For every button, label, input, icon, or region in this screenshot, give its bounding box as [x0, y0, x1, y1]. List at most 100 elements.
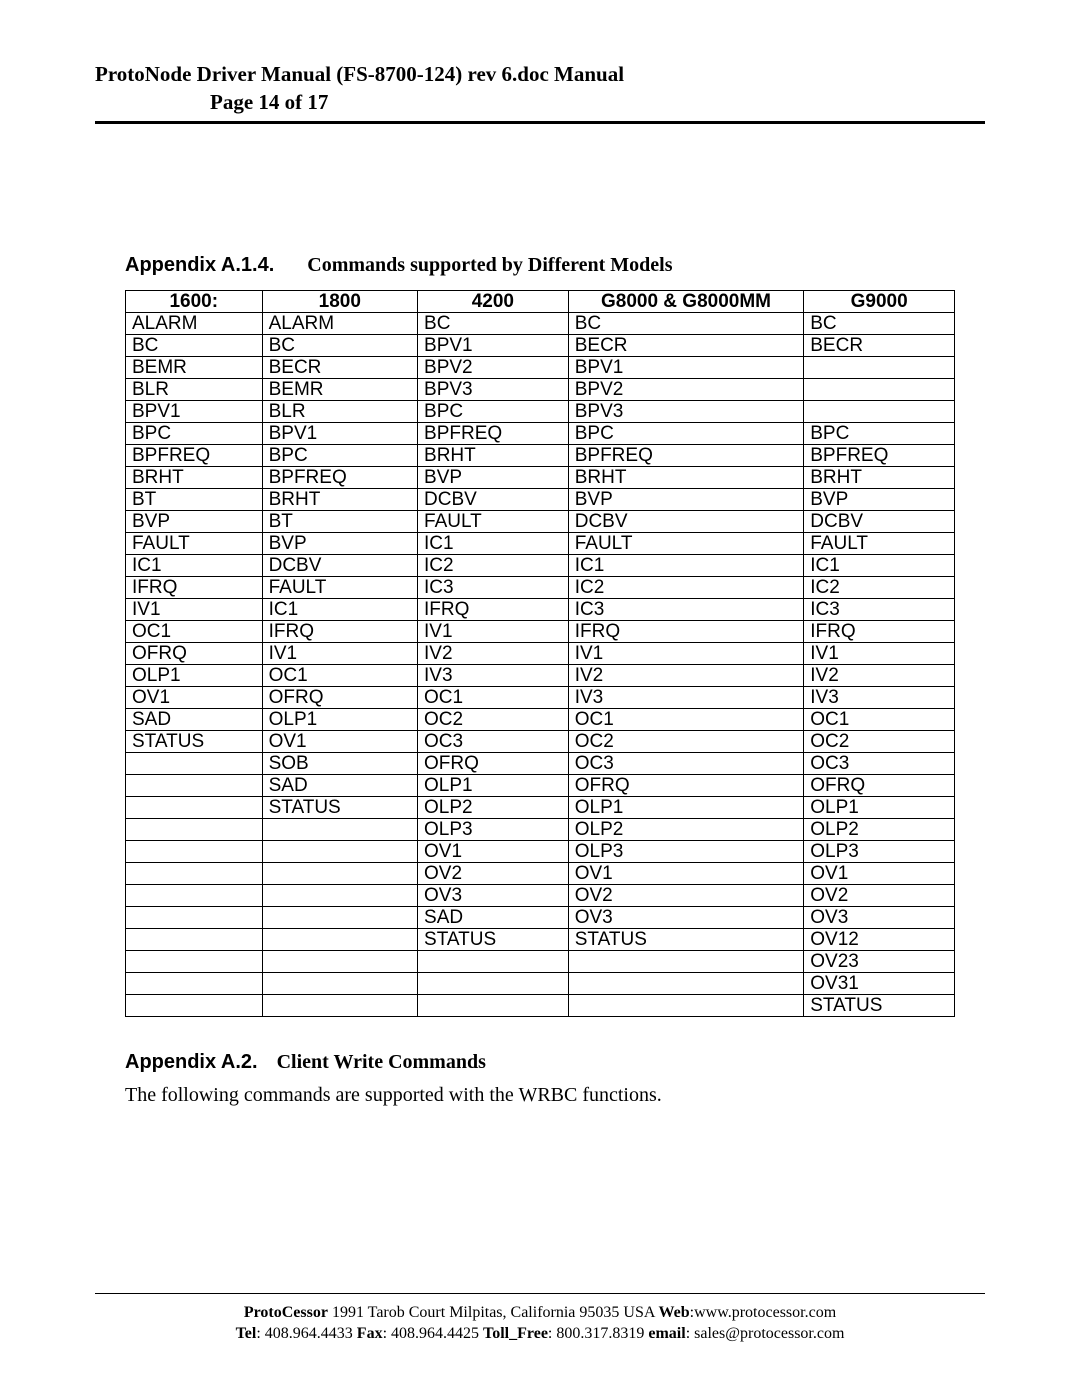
table-cell: IC2: [804, 576, 955, 598]
table-cell: [568, 972, 804, 994]
table-cell: BLR: [262, 400, 417, 422]
table-cell: [126, 818, 263, 840]
commands-table: 1600: 1800 4200 G8000 & G8000MM G9000 AL…: [125, 290, 955, 1017]
table-cell: OFRQ: [568, 774, 804, 796]
table-cell: OV3: [418, 884, 569, 906]
table-row: OV23: [126, 950, 955, 972]
table-cell: [126, 972, 263, 994]
table-row: BEMRBECRBPV2BPV1: [126, 356, 955, 378]
table-cell: BECR: [262, 356, 417, 378]
table-cell: BPFREQ: [568, 444, 804, 466]
table-cell: [418, 994, 569, 1016]
table-cell: OC2: [568, 730, 804, 752]
table-cell: BPC: [418, 400, 569, 422]
table-cell: IC3: [804, 598, 955, 620]
table-row: IFRQFAULTIC3IC2IC2: [126, 576, 955, 598]
commands-table-body: ALARMALARMBCBCBCBCBCBPV1BECRBECRBEMRBECR…: [126, 312, 955, 1016]
section-a14-heading: Appendix A.1.4. Commands supported by Di…: [125, 252, 955, 278]
commands-table-header-row: 1600: 1800 4200 G8000 & G8000MM G9000: [126, 290, 955, 312]
table-cell: BPFREQ: [262, 466, 417, 488]
table-cell: BEMR: [126, 356, 263, 378]
table-cell: IV1: [262, 642, 417, 664]
table-cell: BPV2: [568, 378, 804, 400]
table-cell: OV23: [804, 950, 955, 972]
table-cell: [126, 862, 263, 884]
header-title-line2: Page 14 of 17: [95, 88, 985, 116]
table-cell: SAD: [418, 906, 569, 928]
table-cell: BT: [262, 510, 417, 532]
table-cell: OV1: [804, 862, 955, 884]
table-cell: OLP1: [418, 774, 569, 796]
table-cell: BPFREQ: [418, 422, 569, 444]
table-cell: [262, 950, 417, 972]
table-row: BPV1BLRBPCBPV3: [126, 400, 955, 422]
table-row: OLP3OLP2OLP2: [126, 818, 955, 840]
table-row: STATUSSTATUSOV12: [126, 928, 955, 950]
table-cell: BPV3: [418, 378, 569, 400]
table-cell: STATUS: [262, 796, 417, 818]
table-cell: IV3: [568, 686, 804, 708]
table-cell: OLP2: [418, 796, 569, 818]
table-cell: ALARM: [262, 312, 417, 334]
table-cell: [262, 928, 417, 950]
table-cell: OC3: [418, 730, 569, 752]
table-cell: OLP1: [804, 796, 955, 818]
table-cell: BPV1: [262, 422, 417, 444]
table-cell: BVP: [568, 488, 804, 510]
table-cell: [262, 906, 417, 928]
table-row: BTBRHTDCBVBVPBVP: [126, 488, 955, 510]
table-cell: IFRQ: [804, 620, 955, 642]
footer-line1: ProtoCessor 1991 Tarob Court Milpitas, C…: [95, 1302, 985, 1324]
table-cell: IC3: [568, 598, 804, 620]
table-row: SOBOFRQOC3OC3: [126, 752, 955, 774]
table-cell: OLP3: [418, 818, 569, 840]
table-cell: FAULT: [568, 532, 804, 554]
table-cell: IC1: [262, 598, 417, 620]
table-cell: BLR: [126, 378, 263, 400]
table-cell: [126, 796, 263, 818]
table-cell: OC1: [262, 664, 417, 686]
table-row: OV1OLP3OLP3: [126, 840, 955, 862]
table-cell: BC: [804, 312, 955, 334]
table-cell: IV1: [568, 642, 804, 664]
table-row: OC1IFRQIV1IFRQIFRQ: [126, 620, 955, 642]
table-cell: OLP2: [804, 818, 955, 840]
section-a2-number: Appendix A.2.: [125, 1051, 258, 1073]
table-cell: BT: [126, 488, 263, 510]
table-cell: OC1: [568, 708, 804, 730]
table-cell: OC1: [418, 686, 569, 708]
footer-tollfree-value: : 800.317.8319: [548, 1325, 648, 1342]
table-row: OV1OFRQOC1IV3IV3: [126, 686, 955, 708]
table-cell: BVP: [126, 510, 263, 532]
footer-tollfree-label: Toll_Free: [483, 1325, 548, 1342]
table-cell: OFRQ: [418, 752, 569, 774]
section-a2-body: The following commands are supported wit…: [125, 1084, 955, 1107]
table-cell: FAULT: [126, 532, 263, 554]
table-cell: BPC: [804, 422, 955, 444]
table-row: BVPBTFAULTDCBVDCBV: [126, 510, 955, 532]
table-cell: OV12: [804, 928, 955, 950]
table-cell: IV1: [804, 642, 955, 664]
table-cell: OC2: [418, 708, 569, 730]
table-cell: IFRQ: [126, 576, 263, 598]
table-cell: OV31: [804, 972, 955, 994]
table-cell: BECR: [568, 334, 804, 356]
table-cell: [126, 994, 263, 1016]
table-cell: [126, 884, 263, 906]
table-row: BPCBPV1BPFREQBPCBPC: [126, 422, 955, 444]
table-cell: [262, 972, 417, 994]
table-cell: OC2: [804, 730, 955, 752]
table-cell: BRHT: [418, 444, 569, 466]
footer-web-value: :www.protocessor.com: [690, 1304, 837, 1321]
section-a2-title: Client Write Commands: [277, 1051, 486, 1073]
table-cell: DCBV: [418, 488, 569, 510]
table-cell: IC2: [568, 576, 804, 598]
table-row: SADOV3OV3: [126, 906, 955, 928]
table-cell: BC: [568, 312, 804, 334]
table-cell: IV2: [568, 664, 804, 686]
footer-email-label: email: [648, 1325, 685, 1342]
table-cell: BPV3: [568, 400, 804, 422]
table-cell: BC: [262, 334, 417, 356]
table-cell: BVP: [418, 466, 569, 488]
table-cell: IV3: [804, 686, 955, 708]
